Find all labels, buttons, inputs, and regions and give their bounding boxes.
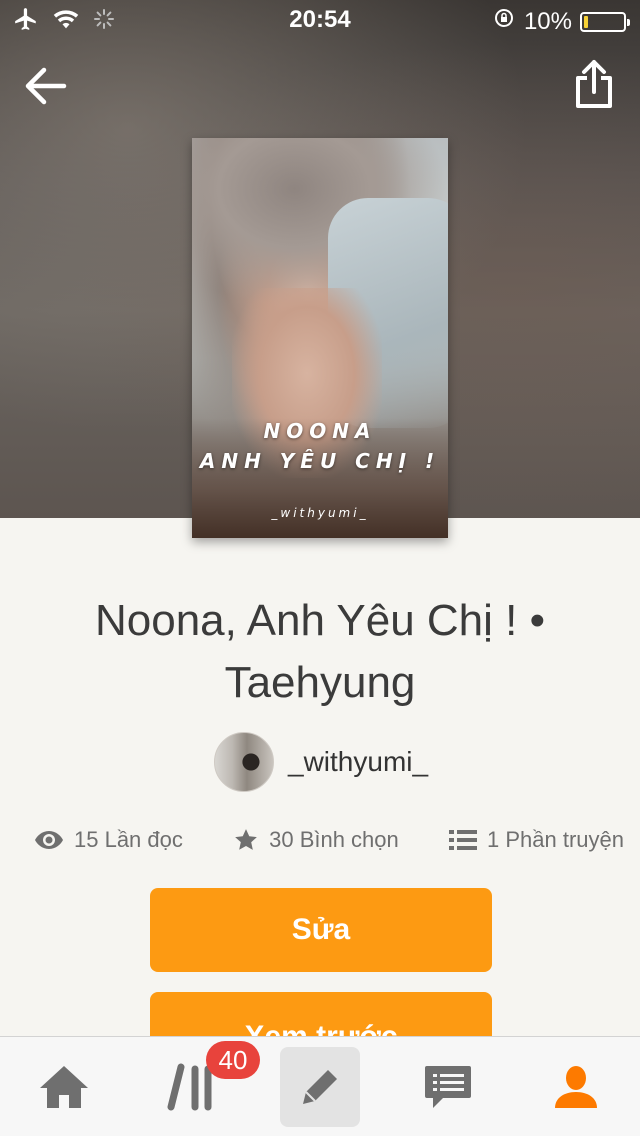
eye-icon xyxy=(35,831,63,849)
tab-messages[interactable] xyxy=(408,1047,488,1127)
cover-title-line-1: NOONA xyxy=(263,419,377,443)
avatar[interactable] xyxy=(214,732,274,792)
stat-votes: 30 Bình chọn xyxy=(233,827,399,853)
cover-author-mark: _withyumi_ xyxy=(271,506,369,520)
tab-home[interactable] xyxy=(24,1047,104,1127)
edit-button[interactable]: Sửa xyxy=(150,888,492,972)
cover-title: NOONA ANH YÊU CHỊ ! xyxy=(192,416,448,476)
stat-reads-label: 15 Lần đọc xyxy=(74,827,183,852)
share-button[interactable] xyxy=(572,58,616,110)
story-cover[interactable]: NOONA ANH YÊU CHỊ ! _withyumi_ xyxy=(192,138,448,538)
rotation-lock-icon xyxy=(492,6,516,37)
pencil-icon xyxy=(303,1070,337,1104)
back-button[interactable] xyxy=(22,62,70,110)
status-right: 10% xyxy=(492,6,630,37)
story-title: Noona, Anh Yêu Chị ! • Taehyung xyxy=(94,596,545,707)
stat-parts-label: 1 Phần truyện xyxy=(487,827,624,852)
battery-level xyxy=(584,15,588,28)
profile-icon xyxy=(555,1066,597,1108)
author-row[interactable]: _withyumi_ xyxy=(214,732,428,792)
messages-icon xyxy=(425,1066,471,1108)
library-badge: 40 xyxy=(206,1041,260,1079)
tab-profile[interactable] xyxy=(536,1047,616,1127)
battery-icon xyxy=(580,11,630,32)
share-icon xyxy=(576,60,612,108)
home-icon xyxy=(40,1066,88,1108)
battery-percent: 10% xyxy=(523,7,572,35)
list-icon xyxy=(449,830,478,850)
stat-reads: 15 Lần đọc xyxy=(34,827,183,853)
tab-write[interactable] xyxy=(280,1047,360,1127)
star-icon xyxy=(235,829,257,850)
story-details-screen: 20:54 10% NOONA ANH YÊU CHỊ ! _withyumi_… xyxy=(0,0,640,1136)
author-name[interactable]: _withyumi_ xyxy=(288,746,428,778)
stat-votes-label: 30 Bình chọn xyxy=(269,827,399,852)
story-stats: 15 Lần đọc 30 Bình chọn 1 Phần truyện xyxy=(34,820,624,860)
tab-bar: 40 xyxy=(0,1036,640,1136)
arrow-left-icon xyxy=(25,67,67,105)
cover-title-line-2: ANH YÊU CHỊ ! xyxy=(199,449,441,473)
status-bar: 20:54 10% xyxy=(0,0,640,40)
stat-parts: 1 Phần truyện xyxy=(449,827,624,853)
